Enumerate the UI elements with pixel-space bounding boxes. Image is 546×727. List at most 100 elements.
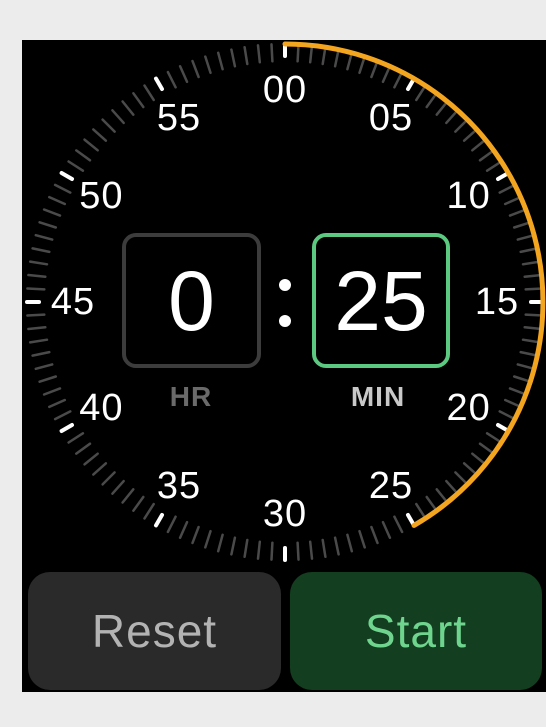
- dial-label-55: 55: [156, 97, 202, 140]
- hours-value: 0: [168, 253, 215, 348]
- separator-dot: [279, 315, 291, 327]
- dial-minor-tick: [270, 43, 274, 63]
- dial-minor-tick: [53, 183, 72, 194]
- dial-minor-tick: [166, 515, 177, 534]
- dial-minor-tick: [166, 70, 177, 89]
- dial-minor-tick: [358, 55, 366, 75]
- dial-minor-tick: [333, 536, 340, 556]
- dial-minor-tick: [445, 479, 459, 495]
- dial-minor-tick: [462, 128, 478, 142]
- dial-minor-tick: [243, 45, 249, 66]
- dial-label-40: 40: [79, 387, 124, 429]
- dial-minor-tick: [67, 160, 85, 172]
- timer-screen: 00 05 10 15 20 25 30 35 40 45 50 55 0 25 HR MIN Res…: [22, 40, 546, 692]
- dial-minor-tick: [498, 410, 517, 421]
- dial-minor-tick: [92, 128, 108, 142]
- minutes-unit-label: MIN: [350, 381, 406, 412]
- dial-minor-tick: [191, 59, 200, 79]
- dial-minor-tick: [230, 536, 237, 556]
- dial-minor-tick: [435, 488, 449, 504]
- dial-minor-tick: [333, 48, 340, 68]
- dial-minor-tick: [454, 118, 469, 133]
- dial-minor-tick: [75, 442, 92, 455]
- dial-minor-tick: [308, 44, 314, 64]
- dial-label-45: 45: [50, 281, 96, 323]
- time-separator: [277, 273, 293, 333]
- dial-minor-tick: [26, 313, 46, 317]
- dial-minor-tick: [381, 65, 392, 84]
- dial-label-05: 05: [368, 97, 414, 140]
- dial-major-tick: [154, 513, 164, 528]
- dial-minor-tick: [415, 84, 427, 102]
- dial-minor-tick: [83, 452, 99, 466]
- dial-minor-tick: [204, 55, 212, 75]
- dial-minor-tick: [425, 92, 438, 109]
- dial-minor-tick: [38, 221, 58, 229]
- dial-minor-tick: [34, 233, 54, 241]
- dial-minor-tick: [121, 100, 135, 116]
- dial-minor-tick: [178, 520, 189, 539]
- dial-minor-tick: [53, 410, 72, 421]
- dial-minor-tick: [26, 287, 46, 291]
- minutes-value: 25: [334, 253, 428, 348]
- dial-minor-tick: [256, 540, 262, 560]
- dial-minor-tick: [524, 287, 544, 291]
- separator-dot: [279, 279, 291, 291]
- reset-button-label: Reset: [91, 605, 218, 657]
- dial-minor-tick: [498, 183, 517, 194]
- dial-minor-tick: [31, 247, 51, 254]
- dial-minor-tick: [121, 488, 135, 504]
- dial-minor-tick: [524, 313, 544, 317]
- dial-minor-tick: [27, 325, 47, 331]
- dial-minor-tick: [230, 48, 237, 68]
- dial-minor-tick: [42, 387, 62, 396]
- dial-label-25: 25: [368, 464, 414, 507]
- dial-minor-tick: [101, 471, 116, 486]
- hours-unit-label: HR: [169, 381, 213, 412]
- dial-minor-tick: [415, 502, 427, 520]
- dial-major-tick: [59, 171, 74, 181]
- dial-minor-tick: [67, 432, 85, 444]
- dial-minor-tick: [462, 462, 478, 476]
- dial-minor-tick: [346, 51, 354, 71]
- dial-minor-tick: [191, 525, 200, 545]
- dial-minor-tick: [445, 109, 459, 125]
- dial-minor-tick: [204, 529, 212, 549]
- dial-minor-tick: [370, 525, 379, 545]
- dial-major-tick: [154, 76, 164, 91]
- hours-picker[interactable]: 0: [122, 233, 261, 368]
- start-button[interactable]: Start: [290, 572, 542, 690]
- dial-minor-tick: [256, 44, 262, 64]
- dial-label-00: 00: [262, 69, 308, 111]
- dial-minor-tick: [143, 502, 155, 520]
- dial-minor-tick: [471, 138, 487, 152]
- dial-minor-tick: [393, 70, 404, 89]
- dial-minor-tick: [48, 195, 67, 206]
- start-button-label: Start: [364, 605, 468, 657]
- dial-minor-tick: [521, 260, 542, 266]
- dial-minor-tick: [27, 273, 47, 279]
- dial-minor-tick: [42, 208, 62, 217]
- dial-minor-tick: [308, 540, 314, 560]
- reset-button[interactable]: Reset: [28, 572, 281, 690]
- dial-label-10: 10: [446, 175, 491, 217]
- dial-minor-tick: [83, 138, 99, 152]
- dial-minor-tick: [346, 533, 354, 553]
- dial-minor-tick: [296, 541, 300, 561]
- dial-minor-tick: [296, 43, 300, 63]
- dial-minor-tick: [216, 533, 224, 553]
- dial-minor-tick: [516, 363, 536, 371]
- dial-minor-tick: [485, 432, 503, 444]
- dial-minor-tick: [243, 538, 249, 559]
- dial-label-20: 20: [446, 387, 491, 429]
- dial-label-35: 35: [156, 464, 202, 507]
- dial-minor-tick: [381, 520, 392, 539]
- dial-minor-tick: [358, 529, 366, 549]
- minutes-picker[interactable]: 25: [312, 233, 450, 368]
- dial-minor-tick: [454, 471, 469, 486]
- dial-minor-tick: [101, 118, 116, 133]
- dial-minor-tick: [503, 195, 522, 206]
- dial-minor-tick: [425, 495, 438, 512]
- dial-minor-tick: [75, 149, 92, 162]
- dial-minor-tick: [270, 541, 274, 561]
